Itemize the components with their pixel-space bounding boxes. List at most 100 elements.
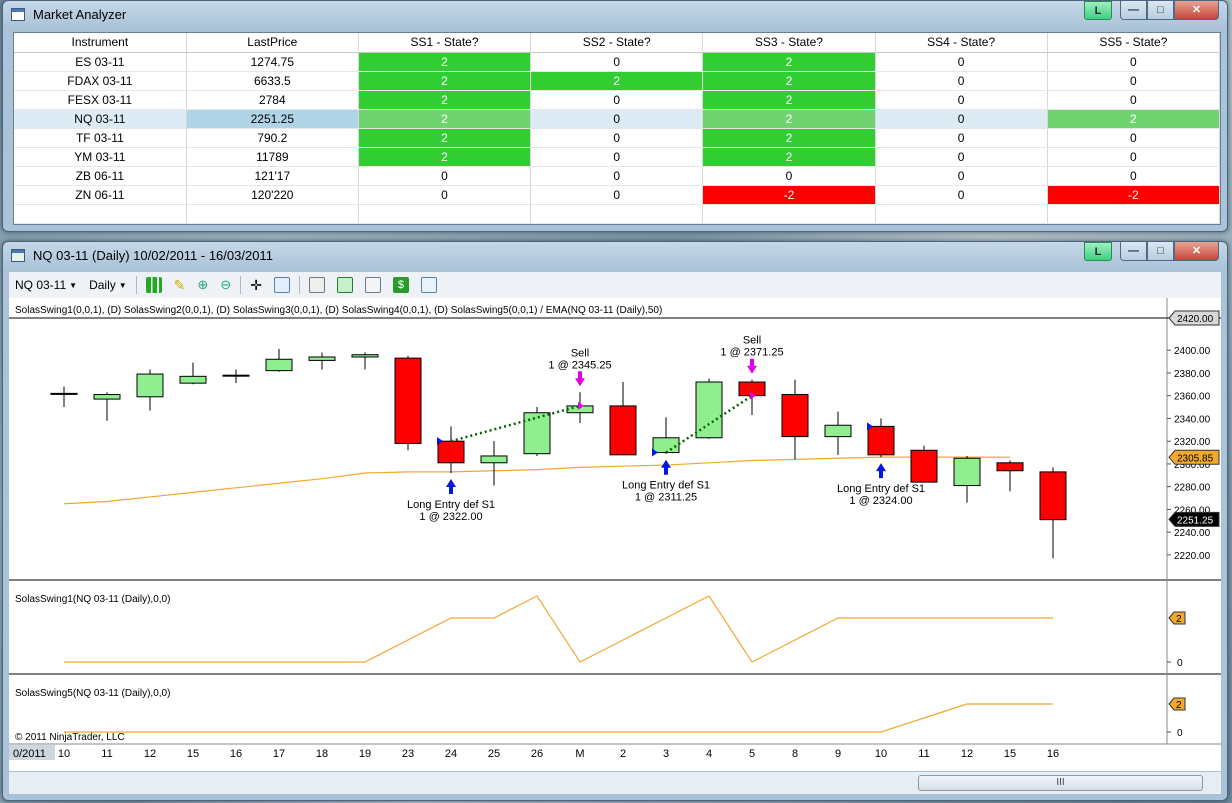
top-price-tag-label: 2420.00 [1177,314,1214,325]
swing1-panel-zero-label: 0 [1177,658,1183,669]
column-header[interactable]: SS1 - State? [358,33,532,53]
instrument-cell: TF 03-11 [14,128,187,148]
trade-price-label: 1 @ 2371.25 [720,347,783,359]
state-cell: 2 [702,147,876,167]
search-button[interactable] [268,277,296,293]
analyzer-table: Instrument LastPrice SS1 - State? SS2 - Sta… [14,33,1221,224]
link-button[interactable]: L [1084,1,1112,20]
state-cell: 0 [1047,128,1221,148]
chart-minimize-button[interactable]: — [1120,242,1147,261]
analyzer-grid[interactable]: Instrument LastPrice SS1 - State? SS2 - Sta… [13,32,1221,225]
state-cell: 0 [1047,166,1221,186]
instrument-cell: ES 03-11 [14,52,187,72]
interval-selector[interactable]: Daily ▼ [83,278,133,292]
chart-style-button[interactable] [140,277,168,293]
properties-button[interactable] [415,277,443,293]
trade-price-label: 1 @ 2345.25 [548,359,611,371]
table-row[interactable]: FESX 03-11 2784 2 0 2 0 0 [14,90,1221,110]
zoom-out-button[interactable]: ⊖ [214,277,237,293]
horizontal-scrollbar[interactable]: III [9,772,1221,794]
chart-svg[interactable]: SolasSwing1(0,0,1), (D) SolasSwing2(0,0,… [9,298,1221,771]
chevron-down-icon: ▼ [69,280,78,290]
table-row[interactable]: NQ 03-11 2251.25 2 0 2 0 2 [14,109,1221,129]
orders-button[interactable]: $ [387,277,415,293]
last-price-cell: 120'220 [186,185,359,205]
trade-label: Long Entry def S1 [837,483,925,495]
panel-label: SolasSwing1(NQ 03-11 (Daily),0,0) [15,594,170,605]
swing5-panel-zero-label: 0 [1177,728,1183,739]
table-row[interactable]: ZB 06-11 121'17 0 0 0 0 0 [14,166,1221,186]
state-cell [702,204,876,224]
pencil-icon: ✎ [173,276,186,293]
properties-icon [420,277,437,293]
state-cell: 0 [530,166,704,186]
instrument-selector[interactable]: NQ 03-11 ▼ [9,278,83,292]
y-tick-label: 2380.00 [1174,369,1211,380]
state-cell [530,204,704,224]
toolbar-separator [240,276,242,294]
crosshair-button[interactable]: ✛ [244,277,268,294]
chart-maximize-button[interactable]: □ [1147,242,1174,261]
analyzer-window-icon [11,8,25,21]
last-price-cell: 790.2 [186,128,359,148]
state-cell: 0 [875,147,1048,167]
state-cell [1047,204,1221,224]
table-row[interactable]: TF 03-11 790.2 2 0 2 0 0 [14,128,1221,148]
state-cell: 0 [875,109,1048,129]
y-tick-label: 2220.00 [1174,551,1211,562]
column-header[interactable]: SS4 - State? [875,33,1048,53]
x-tick-label: 24 [445,748,457,760]
chart-titlebar[interactable]: NQ 03-11 (Daily) 10/02/2011 - 16/03/2011… [3,242,1227,270]
state-cell: 0 [1047,147,1221,167]
column-header[interactable]: Instrument [14,33,187,53]
state-cell: 0 [530,109,704,129]
state-cell [875,204,1048,224]
x-tick-label: M [575,748,584,760]
chart-toolbar: NQ 03-11 ▼ Daily ▼ ✎ ⊕ ⊖ ✛ $ [9,272,1221,298]
table-row[interactable]: YM 03-11 11789 2 0 2 0 0 [14,147,1221,167]
y-tick-label: 2240.00 [1174,528,1211,539]
indicators-button[interactable] [331,277,359,293]
table-row[interactable]: ZN 06-11 120'220 0 0 -2 0 -2 [14,185,1221,205]
scrollbar-thumb[interactable]: III [918,775,1203,791]
state-cell: 2 [358,52,532,72]
analyzer-titlebar[interactable]: Market Analyzer L — □ ✕ [3,1,1227,29]
interval-label: Daily [89,278,116,292]
table-row[interactable]: ES 03-11 1274.75 2 0 2 0 0 [14,52,1221,72]
chart-link-button[interactable]: L [1084,242,1112,261]
x-tick-label: 12 [144,748,156,760]
state-cell: 0 [875,52,1048,72]
analyzer-title: Market Analyzer [33,7,127,22]
candle-body [480,455,508,464]
instrument-cell: NQ 03-11 [14,109,187,129]
state-cell: 2 [702,52,876,72]
strategies-icon [364,277,381,293]
y-tick-label: 2400.00 [1174,346,1211,357]
table-row[interactable] [14,204,1221,224]
candle-body [222,374,250,377]
data-series-button[interactable] [303,277,331,293]
strategies-button[interactable] [359,277,387,293]
zoom-in-button[interactable]: ⊕ [191,277,214,293]
x-tick-label: 8 [792,748,798,760]
close-button[interactable]: ✕ [1174,1,1219,20]
drawing-tool-button[interactable]: ✎ [168,277,192,294]
instrument-cell: ZN 06-11 [14,185,187,205]
column-header[interactable]: SS5 - State? [1047,33,1221,53]
swing1-panel-value-label: 2 [1176,614,1182,625]
chart-canvas[interactable]: SolasSwing1(0,0,1), (D) SolasSwing2(0,0,… [9,298,1221,771]
maximize-button[interactable]: □ [1147,1,1174,20]
copyright-label: © 2011 NinjaTrader, LLC [15,732,125,743]
x-tick-label: 9 [835,748,841,760]
x-tick-label: 10 [875,748,887,760]
column-header[interactable]: LastPrice [186,33,359,53]
column-header[interactable]: SS3 - State? [702,33,876,53]
minimize-button[interactable]: — [1120,1,1147,20]
chart-close-button[interactable]: ✕ [1174,242,1219,261]
column-header[interactable]: SS2 - State? [530,33,704,53]
x-tick-label: 10 [58,748,70,760]
candle-body [179,375,207,384]
trade-label: Long Entry def S1 [622,480,710,492]
y-tick-label: 2280.00 [1174,483,1211,494]
table-row[interactable]: FDAX 03-11 6633.5 2 2 2 0 0 [14,71,1221,91]
